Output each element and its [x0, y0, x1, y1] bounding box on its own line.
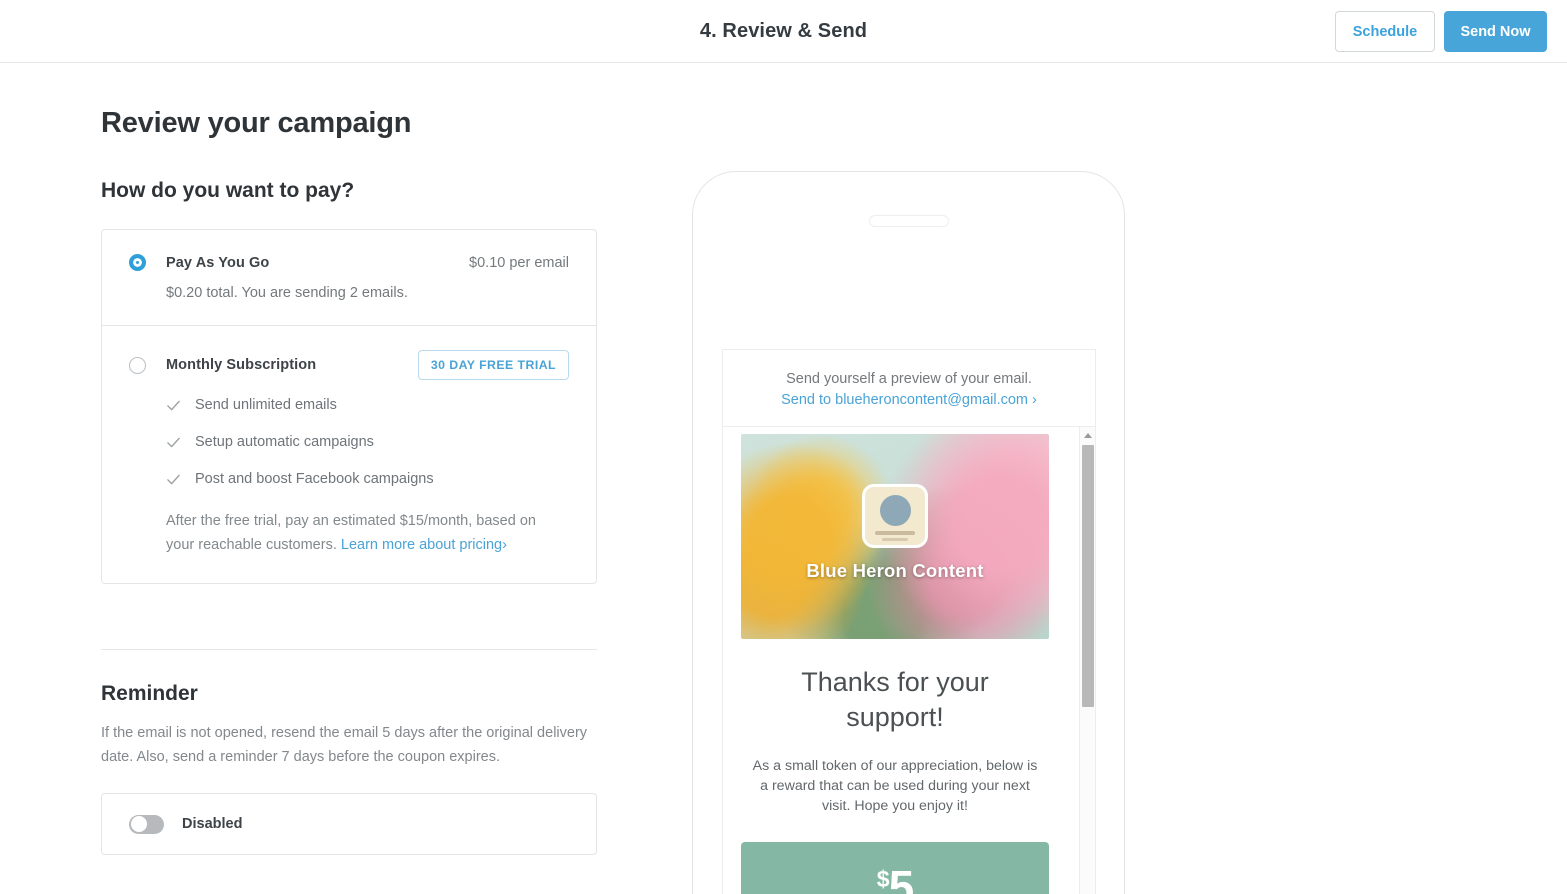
email-body-text: As a small token of our appreciation, be…	[752, 758, 1038, 814]
phone-preview-frame: Send yourself a preview of your email. S…	[692, 171, 1125, 894]
email-content: Blue Heron Content Thanks for your suppo…	[723, 427, 1067, 894]
reminder-section-heading: Reminder	[101, 682, 198, 705]
list-item: Setup automatic campaigns	[166, 434, 569, 450]
free-trial-badge[interactable]: 30 DAY FREE TRIAL	[417, 350, 569, 380]
coupon-value: 5	[888, 861, 915, 894]
email-hero-image: Blue Heron Content	[741, 434, 1049, 639]
payment-option-monthly-subscription[interactable]: Monthly Subscription 30 DAY FREE TRIAL S…	[102, 326, 596, 583]
payment-options-card: Pay As You Go $0.10 per email $0.20 tota…	[101, 229, 597, 584]
top-bar: 4. Review & Send Schedule Send Now	[0, 0, 1567, 63]
reminder-toggle-label: Disabled	[182, 816, 243, 832]
email-coupon-block: $5	[741, 842, 1049, 894]
feature-label: Send unlimited emails	[195, 397, 337, 413]
phone-screen: Send yourself a preview of your email. S…	[722, 349, 1096, 894]
monthly-subscription-label: Monthly Subscription	[166, 357, 317, 373]
pay-as-you-go-label: Pay As You Go	[166, 254, 270, 271]
logo-disc-icon	[879, 495, 911, 526]
reminder-toggle-card[interactable]: Disabled	[101, 793, 597, 855]
phone-speaker	[868, 215, 949, 227]
email-preview-scrollbar[interactable]	[1079, 427, 1095, 894]
payment-section-heading: How do you want to pay?	[101, 179, 355, 202]
feature-label: Setup automatic campaigns	[195, 434, 374, 450]
logo-text-line-2	[882, 538, 908, 541]
check-icon	[167, 437, 180, 447]
radio-pay-as-you-go[interactable]	[129, 254, 146, 271]
page-step-title: 4. Review & Send	[699, 20, 868, 42]
scroll-up-arrow-icon[interactable]	[1080, 427, 1095, 443]
reminder-description: If the email is not opened, resend the e…	[101, 725, 588, 765]
scrollbar-thumb[interactable]	[1082, 445, 1094, 707]
radio-monthly-subscription[interactable]	[129, 356, 146, 374]
feature-label: Post and boost Facebook campaigns	[195, 471, 434, 487]
send-preview-bar: Send yourself a preview of your email. S…	[723, 350, 1095, 427]
pay-as-you-go-price: $0.10 per email	[469, 254, 569, 271]
send-now-button[interactable]: Send Now	[1444, 11, 1547, 52]
brand-logo-badge	[862, 484, 928, 548]
section-divider	[101, 649, 597, 650]
payment-option-pay-as-you-go[interactable]: Pay As You Go $0.10 per email $0.20 tota…	[102, 230, 596, 326]
email-preview-scroll-area: Blue Heron Content Thanks for your suppo…	[723, 427, 1095, 894]
pay-as-you-go-row: Pay As You Go $0.10 per email	[129, 254, 569, 271]
send-preview-text: Send yourself a preview of your email.	[786, 371, 1032, 387]
top-bar-actions: Schedule Send Now	[1335, 11, 1547, 52]
reminder-toggle[interactable]	[129, 814, 164, 834]
list-item: Send unlimited emails	[166, 397, 569, 413]
logo-text-line-1	[875, 531, 915, 535]
monthly-subscription-row: Monthly Subscription 30 DAY FREE TRIAL	[129, 350, 569, 380]
page-body: Review your campaign How do you want to …	[0, 63, 1567, 894]
triangle-up-icon	[1084, 432, 1092, 438]
review-settings-column: Review your campaign How do you want to …	[101, 107, 597, 855]
page-title: Review your campaign	[101, 107, 412, 139]
check-icon	[167, 400, 180, 410]
list-item: Post and boost Facebook campaigns	[166, 471, 569, 487]
learn-more-pricing-link[interactable]: Learn more about pricing›	[341, 537, 507, 553]
coupon-currency-symbol: $	[876, 866, 890, 892]
coupon-amount: $5	[876, 861, 915, 894]
check-icon	[167, 474, 180, 484]
email-brand-name: Blue Heron Content	[806, 560, 984, 581]
pricing-note: After the free trial, pay an estimated $…	[166, 509, 564, 557]
subscription-feature-list: Send unlimited emails Setup automatic ca…	[166, 397, 569, 487]
email-headline: Thanks for your support!	[801, 667, 989, 732]
send-preview-link[interactable]: Send to blueheroncontent@gmail.com ›	[733, 392, 1085, 408]
schedule-button[interactable]: Schedule	[1335, 11, 1435, 52]
toggle-knob	[130, 816, 147, 832]
pay-as-you-go-total: $0.20 total. You are sending 2 emails.	[166, 285, 408, 301]
